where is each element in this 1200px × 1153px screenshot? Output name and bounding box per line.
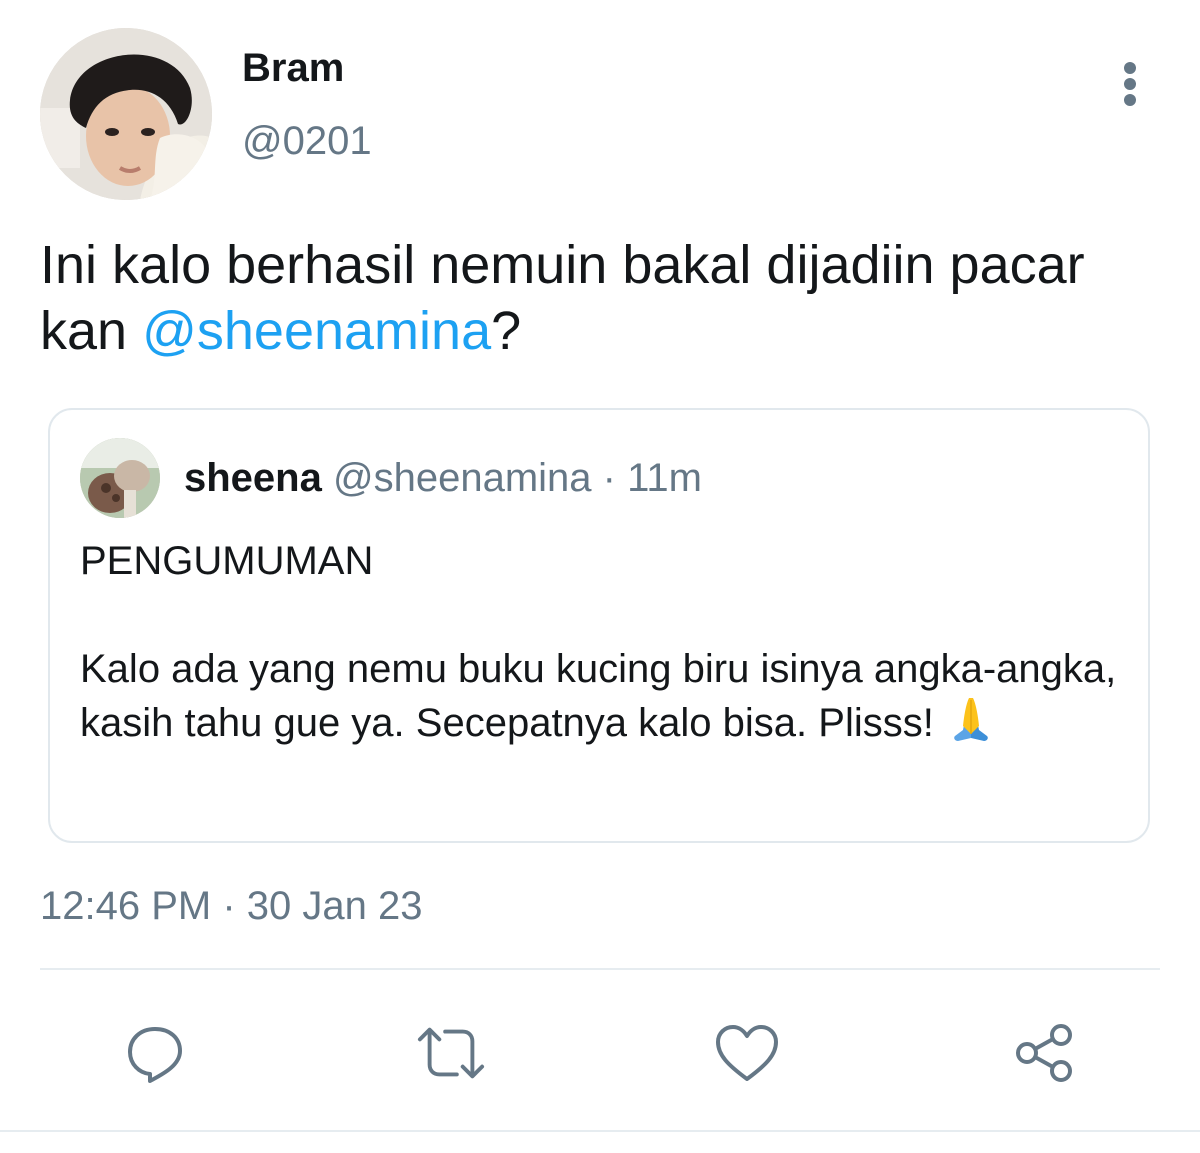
tweet-text: Ini kalo berhasil nemuin bakal dijadiin … — [40, 232, 1160, 364]
mention-link[interactable]: @sheenamina — [142, 301, 491, 361]
heart-icon — [716, 1025, 778, 1081]
author-name[interactable]: Bram — [242, 44, 344, 92]
quote-author-handle[interactable]: @sheenamina — [333, 456, 592, 500]
quoted-tweet-card[interactable]: sheena @sheenamina · 11m PENGUMUMAN Kalo… — [48, 408, 1150, 843]
quote-header: sheena @sheenamina · 11m — [184, 454, 702, 502]
share-button[interactable] — [1010, 1018, 1080, 1088]
share-icon — [1016, 1024, 1072, 1082]
quote-time-ago: · 11m — [591, 456, 702, 500]
quote-author-name[interactable]: sheena — [184, 456, 322, 500]
retweet-button[interactable] — [416, 1018, 486, 1088]
quote-text: PENGUMUMAN Kalo ada yang nemu buku kucin… — [80, 534, 1120, 756]
quote-text-line-1: PENGUMUMAN — [80, 539, 374, 583]
tweet-text-end: ? — [491, 301, 522, 361]
quote-text-line-2: Kalo ada yang nemu buku kucing biru isin… — [80, 642, 1120, 756]
reply-icon — [128, 1027, 182, 1083]
author-handle[interactable]: @0201 — [242, 117, 372, 165]
bottom-divider — [0, 1130, 1200, 1132]
more-vertical-icon — [1124, 62, 1136, 106]
divider — [40, 968, 1160, 970]
author-avatar[interactable] — [40, 28, 212, 200]
reply-button[interactable] — [120, 1018, 190, 1088]
tweet-timestamp[interactable]: 12:46 PM · 30 Jan 23 — [40, 882, 422, 930]
like-button[interactable] — [712, 1018, 782, 1088]
more-options-button[interactable] — [1110, 58, 1150, 110]
folded-hands-emoji-icon — [945, 696, 997, 756]
retweet-icon — [417, 1027, 485, 1079]
quote-author-avatar[interactable] — [80, 438, 160, 518]
